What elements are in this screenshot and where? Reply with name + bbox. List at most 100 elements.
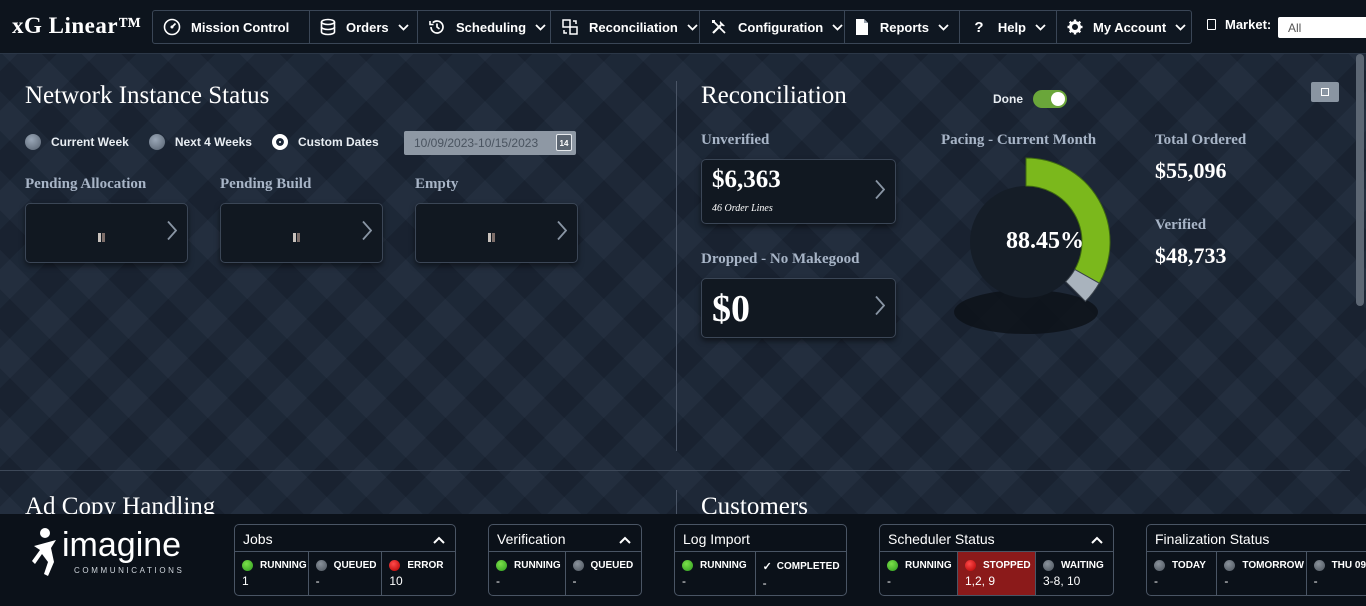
pending-build-card[interactable] [220, 203, 383, 263]
chevron-up-icon[interactable] [619, 531, 631, 547]
cell-label: RUNNING [700, 560, 747, 571]
gear-icon [1067, 18, 1083, 36]
reconcile-squares-icon [561, 18, 579, 36]
cell-value: - [496, 574, 500, 588]
verification-status-panel: Verification RUNNING - QUEUED - [488, 524, 642, 596]
chevron-down-icon [1175, 23, 1186, 31]
scheduler-panel-header[interactable]: Scheduler Status [880, 525, 1113, 552]
unverified-value: $6,363 [712, 166, 781, 193]
verification-panel-header[interactable]: Verification [489, 525, 641, 552]
grey-status-light-icon [1154, 560, 1165, 571]
green-status-light-icon [496, 560, 507, 571]
pending-allocation-label: Pending Allocation [25, 176, 147, 192]
dropped-card[interactable]: $0 [701, 278, 896, 338]
chevron-right-icon [875, 179, 886, 204]
chevron-down-icon [1035, 23, 1046, 31]
jobs-queued-cell[interactable]: QUEUED - [309, 552, 383, 595]
unverified-order-lines: 46 Order Lines [712, 203, 773, 214]
nav-scheduling[interactable]: Scheduling [418, 11, 551, 43]
nav-reconciliation[interactable]: Reconciliation [551, 11, 700, 43]
scheduler-waiting-cell[interactable]: WAITING 3-8, 10 [1036, 552, 1113, 595]
loading-spinner-icon [293, 229, 303, 242]
jobs-panel-header[interactable]: Jobs [235, 525, 455, 552]
grey-status-light-icon [1313, 560, 1325, 571]
cell-label: TOMORROW [1242, 560, 1304, 571]
nav-my-account[interactable]: My Account [1057, 11, 1191, 43]
verified-value: $48,733 [1155, 243, 1227, 268]
page-scrollbar[interactable] [1354, 54, 1366, 514]
radio-label: Current Week [51, 135, 129, 149]
nav-label: Configuration [738, 19, 824, 35]
nav-configuration[interactable]: Configuration [700, 11, 845, 43]
reconciliation-title: Reconciliation [701, 82, 847, 109]
grey-status-light-icon [572, 560, 584, 571]
cell-value: - [682, 574, 686, 588]
finalization-today-cell[interactable]: TODAY - [1147, 552, 1218, 595]
green-status-light-icon [242, 560, 253, 571]
nav-help[interactable]: ? Help [960, 11, 1057, 43]
loading-spinner-icon [488, 229, 498, 242]
unverified-card[interactable]: $6,363 46 Order Lines [701, 159, 896, 224]
dropped-value: $0 [712, 288, 750, 330]
cell-label: RUNNING [514, 560, 561, 571]
radio-custom-dates[interactable]: Custom Dates [271, 134, 379, 150]
nav-label: Orders [346, 19, 389, 35]
radio-current-week[interactable]: Current Week [25, 134, 129, 150]
jobs-error-cell[interactable]: ERROR 10 [382, 552, 455, 595]
panel-title: Log Import [683, 531, 750, 547]
green-status-light-icon [887, 560, 898, 571]
finalization-tomorrow-cell[interactable]: TOMORROW - [1217, 552, 1307, 595]
square-icon [1321, 88, 1329, 96]
log-import-running-cell[interactable]: RUNNING - [675, 552, 756, 595]
nav-label: My Account [1093, 19, 1167, 35]
chevron-down-icon [535, 23, 546, 31]
scrollbar-thumb[interactable] [1356, 54, 1364, 306]
nav-mission-control[interactable]: Mission Control [153, 11, 310, 43]
jobs-running-cell[interactable]: RUNNING 1 [235, 552, 309, 595]
log-import-completed-cell[interactable]: ✓ COMPLETED - [756, 552, 846, 595]
section-divider [0, 470, 1350, 471]
cell-label: ERROR [407, 560, 444, 571]
finalization-panel-header[interactable]: Finalization Status [1147, 525, 1366, 552]
nav-orders[interactable]: Orders [310, 11, 418, 43]
radio-label: Custom Dates [297, 135, 379, 149]
done-toggle-group: Done [993, 90, 1067, 108]
pacing-gauge: 88.45% [954, 157, 1111, 334]
calendar-icon[interactable]: 14 [556, 134, 572, 151]
chevron-down-icon [398, 23, 409, 31]
database-stack-icon [320, 18, 336, 36]
grey-status-light-icon [1224, 560, 1236, 571]
cell-label: RUNNING [905, 560, 952, 571]
cell-value: 1,2, 9 [965, 574, 996, 588]
nav-label: Scheduling [456, 19, 527, 35]
custom-date-range-input[interactable]: 10/09/2023-10/15/2023 14 [404, 131, 576, 155]
panel-title: Jobs [243, 531, 273, 547]
chevron-up-icon[interactable] [1091, 531, 1103, 547]
scheduler-running-cell[interactable]: RUNNING - [880, 552, 958, 595]
chevron-down-icon [687, 23, 698, 31]
chevron-up-icon[interactable] [433, 531, 445, 547]
empty-card[interactable] [415, 203, 578, 263]
app-logo[interactable]: xG Linear™ [12, 13, 142, 39]
cell-value: 10 [389, 574, 403, 588]
pending-allocation-card[interactable] [25, 203, 188, 263]
chevron-right-icon [875, 295, 886, 321]
main-nav: Mission Control Orders Scheduling Reconc… [152, 10, 1192, 44]
maximize-button[interactable] [1311, 82, 1339, 102]
cell-value: 3-8, 10 [1043, 574, 1081, 588]
verification-queued-cell[interactable]: QUEUED - [566, 552, 642, 595]
verified-label: Verified [1155, 217, 1207, 233]
cell-label: STOPPED [983, 560, 1031, 571]
radio-next-4-weeks[interactable]: Next 4 Weeks [148, 134, 252, 150]
market-select[interactable] [1278, 17, 1366, 38]
finalization-status-panel: Finalization Status TODAY - TOMORROW - THU… [1146, 524, 1366, 596]
cell-label: RUNNING [260, 560, 307, 571]
done-toggle[interactable] [1033, 90, 1067, 108]
mobile-device-icon [1207, 19, 1216, 30]
verification-running-cell[interactable]: RUNNING - [489, 552, 566, 595]
log-import-panel-header[interactable]: Log Import [675, 525, 846, 552]
red-status-light-icon [965, 560, 976, 571]
finalization-thu-cell[interactable]: THU 09 - [1307, 552, 1366, 595]
scheduler-stopped-cell[interactable]: STOPPED 1,2, 9 [958, 552, 1036, 595]
nav-reports[interactable]: Reports [845, 11, 960, 43]
